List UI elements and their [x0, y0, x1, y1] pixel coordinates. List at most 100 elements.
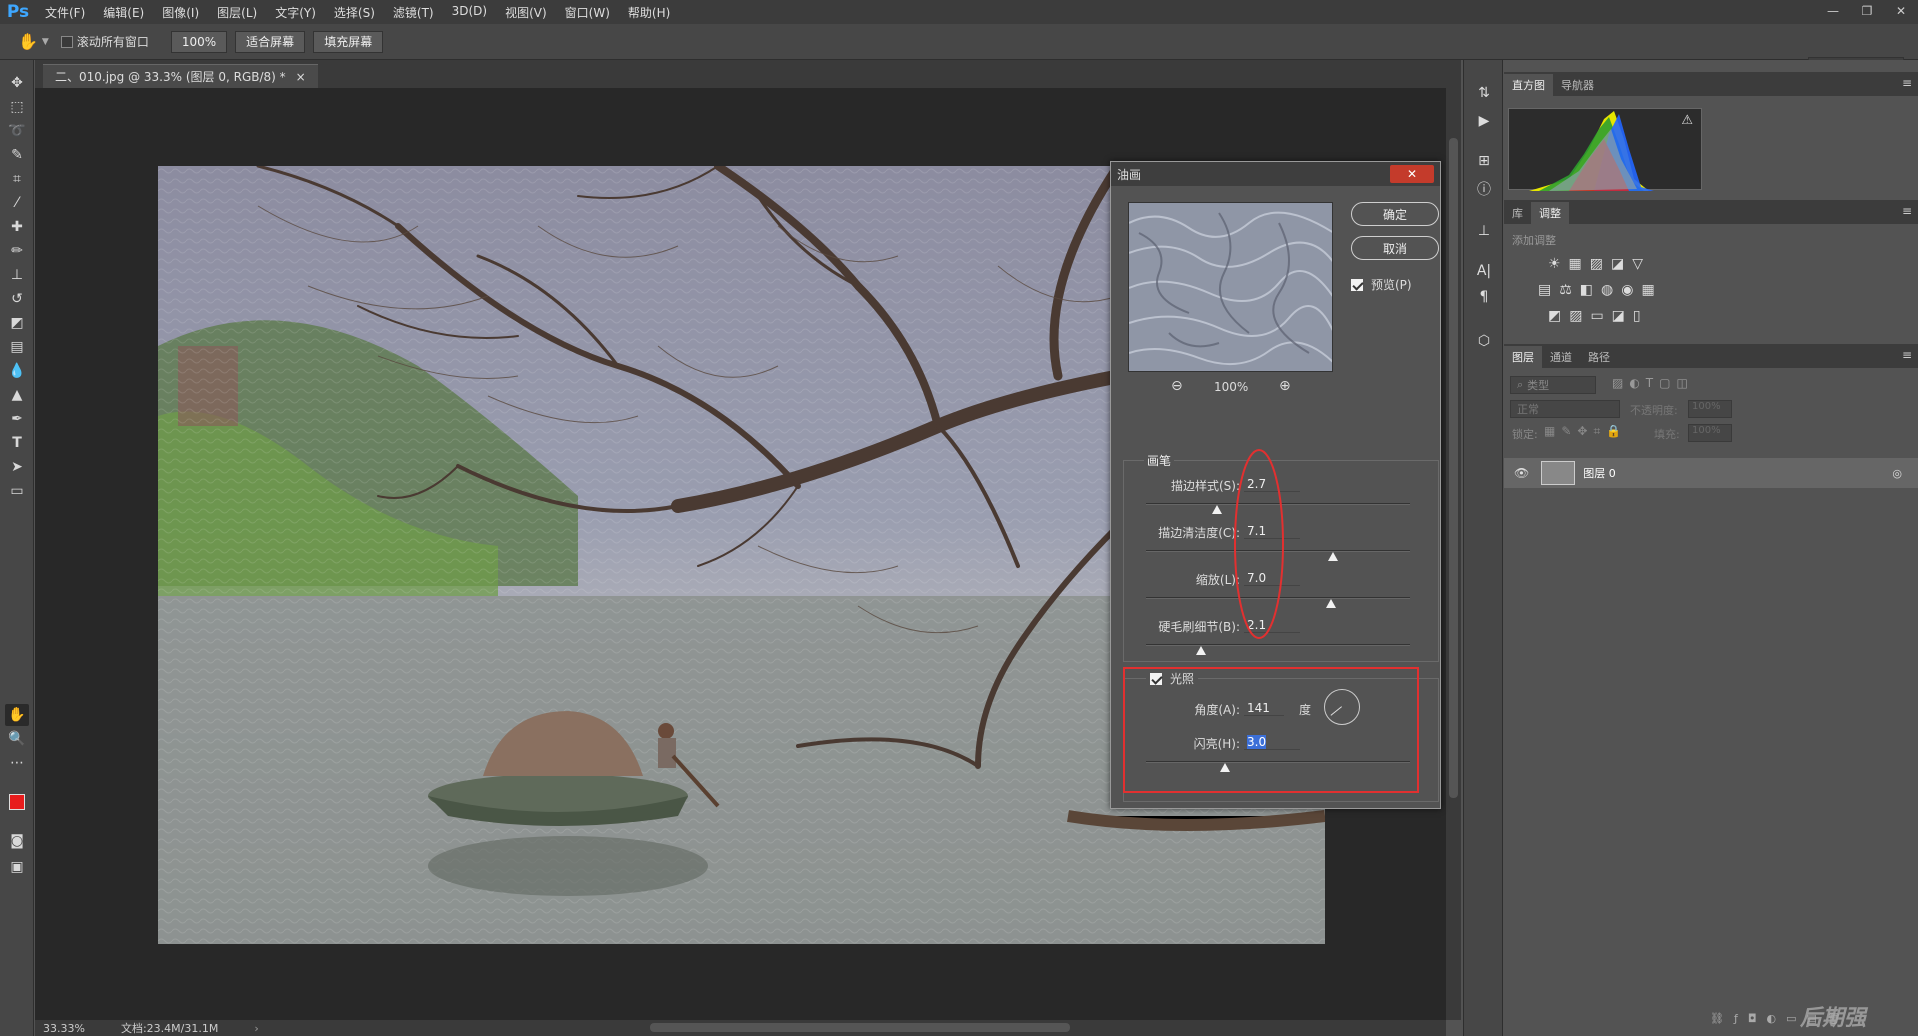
lock-icons[interactable]: ▦✎✥⌗🔒 [1544, 424, 1627, 439]
panel-menu-icon[interactable]: ≡ [1902, 76, 1912, 90]
menu-item-10[interactable]: 帮助(H) [619, 4, 679, 21]
layer-name: 图层 0 [1583, 467, 1616, 480]
smart-filter-icon[interactable]: ◎ [1892, 467, 1902, 480]
pen-tool-icon[interactable]: ✒ [5, 408, 29, 430]
adjustment-icons-row-3[interactable]: ◩▨▭◪▯ [1548, 308, 1649, 324]
zoom-tool-icon[interactable]: 🔍 [5, 728, 29, 750]
zoom-out-icon[interactable]: ⊖ [1171, 378, 1183, 394]
panel-menu-icon[interactable]: ≡ [1902, 204, 1912, 218]
menu-item-1[interactable]: 编辑(E) [94, 4, 153, 21]
eye-icon[interactable]: 👁 [1514, 466, 1529, 480]
oil-paint-dialog: 油画 ✕ 确定 取消 预览(P) ⊖ 100% ⊕ 画笔 描边样式(S): 2.… [1110, 161, 1441, 809]
menu-item-7[interactable]: 3D(D) [443, 4, 496, 21]
gradient-tool-icon[interactable]: ▤ [5, 336, 29, 358]
layer-kind-filter[interactable]: ⌕ 类型 [1510, 376, 1596, 394]
lasso-tool-icon[interactable]: ➰ [5, 120, 29, 142]
paragraph-icon[interactable]: ¶ [1472, 286, 1496, 308]
type-tool-icon[interactable]: T [5, 432, 29, 454]
menu-item-9[interactable]: 窗口(W) [556, 4, 619, 21]
chevron-right-icon[interactable]: › [254, 1022, 258, 1035]
scale-slider-thumb[interactable] [1325, 599, 1336, 608]
stamp-tool-icon[interactable]: ⊥ [5, 264, 29, 286]
healing-brush-icon[interactable]: ✚ [5, 216, 29, 238]
tab-histogram[interactable]: 直方图 [1504, 74, 1553, 96]
path-select-icon[interactable]: ➤ [5, 456, 29, 478]
panel-menu-icon[interactable]: ≡ [1902, 348, 1912, 362]
crop-tool-icon[interactable]: ⌗ [5, 168, 29, 190]
tab-layers[interactable]: 图层 [1504, 346, 1542, 368]
menu-item-8[interactable]: 视图(V) [496, 4, 556, 21]
move-tool-icon[interactable]: ✥ [5, 72, 29, 94]
adjustment-icons-row-2[interactable]: ▤⚖◧◍◉▦ [1538, 282, 1663, 298]
dialog-close-button[interactable]: ✕ [1390, 165, 1434, 183]
filter-preview[interactable] [1128, 202, 1333, 372]
vertical-scroll-thumb[interactable] [1449, 138, 1458, 798]
checkbox-box[interactable] [60, 35, 73, 48]
fill-screen-button[interactable]: 填充屏幕 [313, 30, 384, 53]
chevron-down-icon[interactable]: ▼ [42, 37, 49, 47]
bristle-detail-slider[interactable] [1146, 644, 1410, 655]
history-brush-icon[interactable]: ↺ [5, 288, 29, 310]
menu-item-3[interactable]: 图层(L) [208, 4, 266, 21]
warning-icon[interactable]: ⚠ [1681, 113, 1693, 128]
preview-checkbox[interactable]: 预览(P) [1351, 276, 1412, 293]
clone-source-icon[interactable]: ⊥ [1472, 220, 1496, 242]
tab-library[interactable]: 库 [1504, 202, 1531, 224]
minimize-icon[interactable]: — [1816, 0, 1850, 22]
tab-adjustments[interactable]: 调整 [1531, 202, 1569, 224]
3d-icon[interactable]: ⬡ [1472, 330, 1496, 352]
document-tab[interactable]: 二、010.jpg @ 33.3% (图层 0, RGB/8) * × [43, 64, 318, 88]
preview-checkbox-box[interactable] [1351, 278, 1363, 291]
bristle-detail-slider-thumb[interactable] [1196, 646, 1207, 655]
fit-screen-button[interactable]: 适合屏幕 [235, 30, 306, 53]
restore-icon[interactable]: ❐ [1850, 0, 1884, 22]
hand-tool-icon[interactable]: ✋ [5, 704, 29, 726]
zoom-in-icon[interactable]: ⊕ [1279, 378, 1291, 394]
character-icon[interactable]: A| [1472, 260, 1496, 282]
vertical-scrollbar[interactable] [1446, 88, 1461, 1020]
menu-item-0[interactable]: 文件(F) [36, 4, 94, 21]
zoom-100-button[interactable]: 100% [170, 30, 228, 53]
horizontal-scrollbar[interactable] [280, 1020, 1446, 1036]
menu-item-2[interactable]: 图像(I) [153, 4, 208, 21]
close-tab-icon[interactable]: × [296, 70, 306, 84]
adjustment-icons-row-1[interactable]: ☀▦▨◪▽ [1548, 256, 1651, 272]
history-icon[interactable]: ⇅ [1472, 82, 1496, 104]
eraser-tool-icon[interactable]: ◩ [5, 312, 29, 334]
shape-tool-icon[interactable]: ▭ [5, 480, 29, 502]
opacity-input[interactable]: 100% [1688, 400, 1732, 418]
hand-tool-icon[interactable]: ✋ [18, 32, 38, 51]
properties-icon[interactable]: ⊞ [1472, 150, 1496, 172]
tab-navigator[interactable]: 导航器 [1553, 74, 1602, 96]
info-icon[interactable]: ⓘ [1472, 178, 1496, 200]
tab-paths[interactable]: 路径 [1580, 346, 1618, 368]
blur-tool-icon[interactable]: 💧 [5, 360, 29, 382]
layer-filter-icons[interactable]: ▨◐T▢◫ [1612, 376, 1694, 390]
quick-select-tool-icon[interactable]: ✎ [5, 144, 29, 166]
marquee-tool-icon[interactable]: ⬚ [5, 96, 29, 118]
stylization-slider-thumb[interactable] [1212, 505, 1223, 514]
brush-tool-icon[interactable]: ✏ [5, 240, 29, 262]
screen-mode-icon[interactable]: ▣ [5, 856, 29, 878]
horizontal-scroll-thumb[interactable] [650, 1023, 1070, 1032]
fill-input[interactable]: 100% [1688, 424, 1732, 442]
scroll-all-windows-checkbox[interactable]: 滚动所有窗口 [60, 33, 149, 50]
blend-mode-select[interactable]: 正常 [1510, 400, 1620, 418]
cancel-button[interactable]: 取消 [1351, 236, 1439, 260]
bristle-detail-label: 硬毛刷细节(B): [1158, 620, 1240, 634]
add-adjustment-label: 添加调整 [1512, 234, 1556, 247]
eyedropper-tool-icon[interactable]: ⁄ [5, 192, 29, 214]
foreground-color-swatch[interactable] [9, 794, 25, 810]
dodge-tool-icon[interactable]: ▲ [5, 384, 29, 406]
layer-row[interactable]: 👁 图层 0 ◎ [1504, 458, 1918, 488]
close-icon[interactable]: ✕ [1884, 0, 1918, 22]
ok-button[interactable]: 确定 [1351, 202, 1439, 226]
menu-item-6[interactable]: 滤镜(T) [384, 4, 443, 21]
menu-item-4[interactable]: 文字(Y) [266, 4, 325, 21]
cleanliness-slider-thumb[interactable] [1328, 552, 1339, 561]
quick-mask-icon[interactable]: ◙ [5, 830, 29, 852]
tab-channels[interactable]: 通道 [1542, 346, 1580, 368]
more-tools-icon[interactable]: ⋯ [5, 752, 29, 774]
menu-item-5[interactable]: 选择(S) [325, 4, 384, 21]
play-actions-icon[interactable]: ▶ [1472, 110, 1496, 132]
